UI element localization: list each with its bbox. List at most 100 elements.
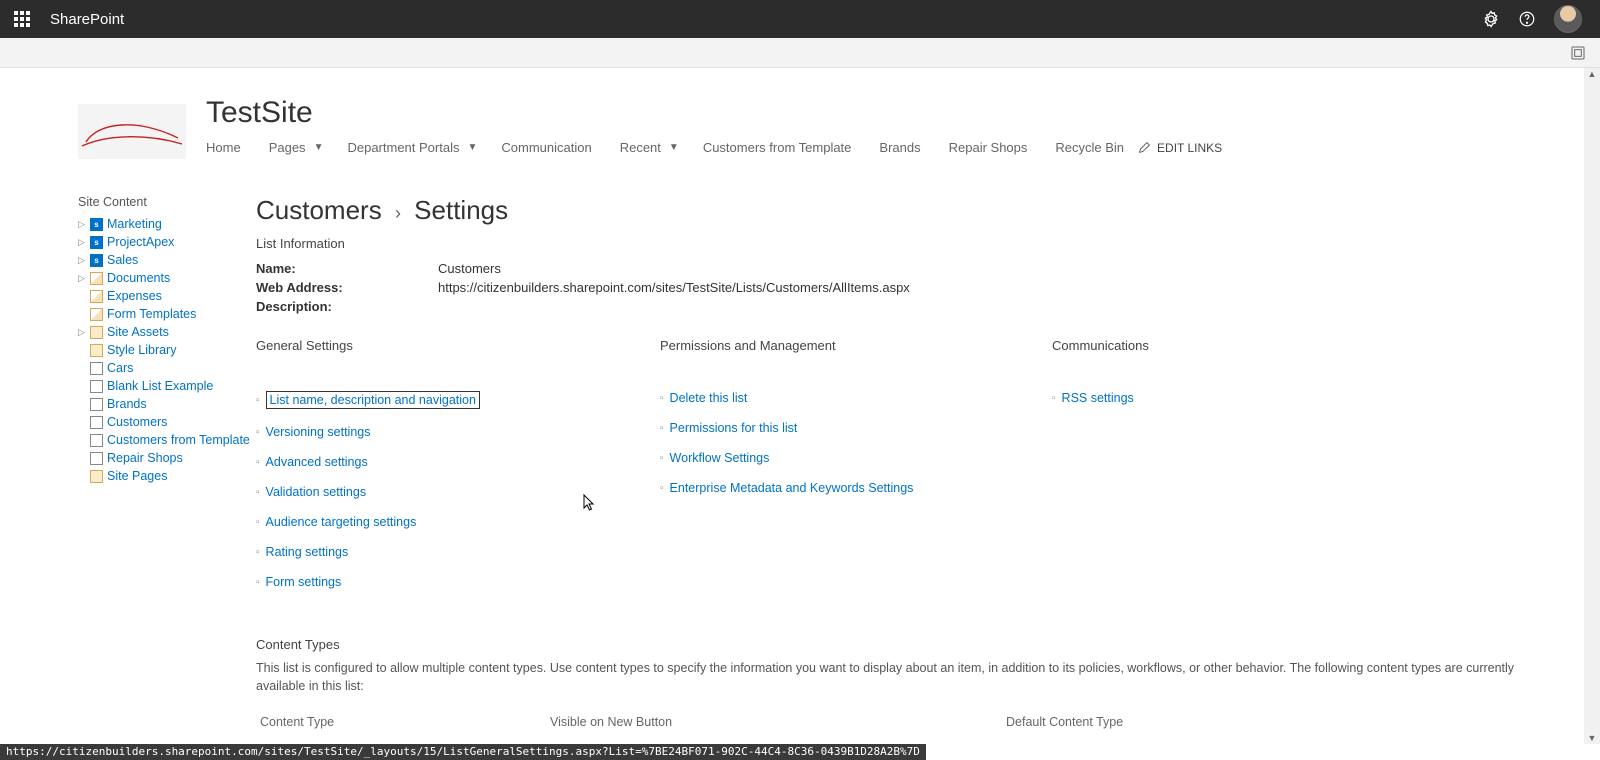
library-icon [90,470,103,483]
left-nav-item[interactable]: ▷Marketing [78,215,256,233]
left-nav-item[interactable]: Form Templates [78,305,256,323]
left-nav-item[interactable]: ▷Sales [78,251,256,269]
settings-link[interactable]: Form settings [256,567,660,597]
link-rating-settings[interactable]: Rating settings [266,545,349,559]
subsite-icon [90,218,103,231]
list-icon [90,452,103,465]
nav-recent[interactable]: Recent [606,136,675,159]
left-nav-label: Site Pages [107,469,167,483]
left-nav-item[interactable]: Site Pages [78,467,256,485]
left-nav-label: Form Templates [107,307,196,321]
table-row: Item ✓ ✓ [256,735,1560,744]
settings-link[interactable]: Versioning settings [256,417,660,447]
th-visible-new: Visible on New Button [546,709,1002,735]
left-nav-label: ProjectApex [107,235,174,249]
link-audience-targeting[interactable]: Audience targeting settings [266,515,417,529]
nav-pages[interactable]: Pages [255,136,320,159]
scroll-down-icon[interactable]: ▼ [1584,733,1600,743]
list-information-heading: List Information [256,236,1560,251]
list-web-value: https://citizenbuilders.sharepoint.com/s… [438,280,910,295]
left-nav-item[interactable]: Style Library [78,341,256,359]
settings-link[interactable]: Workflow Settings [660,443,1052,473]
link-rss-settings[interactable]: RSS settings [1062,391,1134,405]
settings-link[interactable]: List name, description and navigation [256,383,660,417]
nav-home[interactable]: Home [206,136,255,159]
help-icon[interactable] [1518,10,1536,28]
settings-link[interactable]: Permissions for this list [660,413,1052,443]
left-nav-item[interactable]: Repair Shops [78,449,256,467]
left-nav-item[interactable]: Brands [78,395,256,413]
left-nav-item[interactable]: ▷ProjectApex [78,233,256,251]
link-permissions-list[interactable]: Permissions for this list [670,421,798,435]
settings-link[interactable]: Audience targeting settings [256,507,660,537]
subsite-icon [90,254,103,267]
nav-repair-shops[interactable]: Repair Shops [935,136,1042,159]
link-delete-list[interactable]: Delete this list [670,391,748,405]
avatar[interactable] [1554,5,1582,33]
content-types-heading: Content Types [256,637,1560,652]
link-workflow-settings[interactable]: Workflow Settings [670,451,770,465]
list-web-key: Web Address: [256,280,438,295]
edit-links-label: EDIT LINKS [1157,141,1222,155]
list-name-key: Name: [256,261,438,276]
ribbon-bar [0,38,1600,68]
general-settings-col: General Settings List name, description … [256,338,660,597]
link-list-name-description[interactable]: List name, description and navigation [266,391,480,409]
edit-links-button[interactable]: EDIT LINKS [1138,141,1222,155]
nav-recycle-bin[interactable]: Recycle Bin [1041,136,1138,159]
link-versioning-settings[interactable]: Versioning settings [266,425,371,439]
site-logo[interactable] [78,104,186,159]
nav-department-portals[interactable]: Department Portals [333,136,473,159]
breadcrumb-settings: Settings [414,195,508,225]
left-nav-item[interactable]: ▷Documents [78,269,256,287]
left-nav-label: Sales [107,253,138,267]
check-icon: ✓ [1006,742,1019,744]
link-advanced-settings[interactable]: Advanced settings [266,455,368,469]
nav-customers-template[interactable]: Customers from Template [689,136,866,159]
left-nav-item[interactable]: Customers [78,413,256,431]
left-nav: Site Content ▷Marketing ▷ProjectApex ▷Sa… [78,195,256,744]
list-icon [90,380,103,393]
scrollbar[interactable]: ▲ ▼ [1584,68,1600,744]
doclib-icon [90,308,103,321]
left-nav-item[interactable]: ▷Site Assets [78,323,256,341]
list-icon [90,416,103,429]
left-nav-label: Site Assets [107,325,169,339]
link-form-settings[interactable]: Form settings [266,575,342,589]
settings-link[interactable]: Rating settings [256,537,660,567]
gear-icon[interactable] [1482,10,1500,28]
scroll-up-icon[interactable]: ▲ [1584,69,1600,79]
nav-communication[interactable]: Communication [487,136,605,159]
settings-link[interactable]: Advanced settings [256,447,660,477]
link-enterprise-metadata[interactable]: Enterprise Metadata and Keywords Setting… [670,481,914,495]
page-body: TestSite Home Pages ▼ Department Portals… [0,68,1600,744]
status-bar: https://citizenbuilders.sharepoint.com/s… [0,744,926,760]
list-name-row: Name: Customers [256,259,1560,278]
left-nav-label: Marketing [107,217,162,231]
suite-brand-label[interactable]: SharePoint [50,11,124,28]
list-icon [90,434,103,447]
settings-link[interactable]: RSS settings [1052,383,1560,413]
doclib-icon [90,290,103,303]
chevron-down-icon[interactable]: ▼ [669,142,689,153]
settings-link[interactable]: Enterprise Metadata and Keywords Setting… [660,473,1052,503]
site-title[interactable]: TestSite [206,96,1222,130]
left-nav-item[interactable]: Cars [78,359,256,377]
content-types-section: Content Types This list is configured to… [256,637,1560,744]
library-icon [90,326,103,339]
nav-brands[interactable]: Brands [865,136,934,159]
table-header-row: Content Type Visible on New Button Defau… [256,709,1560,735]
left-nav-item[interactable]: Customers from Template [78,431,256,449]
focus-content-icon[interactable] [1570,45,1586,61]
left-nav-item[interactable]: Expenses [78,287,256,305]
th-content-type: Content Type [256,709,546,735]
left-nav-label: Documents [107,271,170,285]
left-nav-item[interactable]: Blank List Example [78,377,256,395]
app-launcher-icon[interactable] [8,5,36,33]
chevron-down-icon[interactable]: ▼ [314,142,334,153]
link-validation-settings[interactable]: Validation settings [266,485,367,499]
settings-link[interactable]: Validation settings [256,477,660,507]
breadcrumb-list[interactable]: Customers [256,195,382,225]
settings-link[interactable]: Delete this list [660,383,1052,413]
chevron-down-icon[interactable]: ▼ [467,142,487,153]
